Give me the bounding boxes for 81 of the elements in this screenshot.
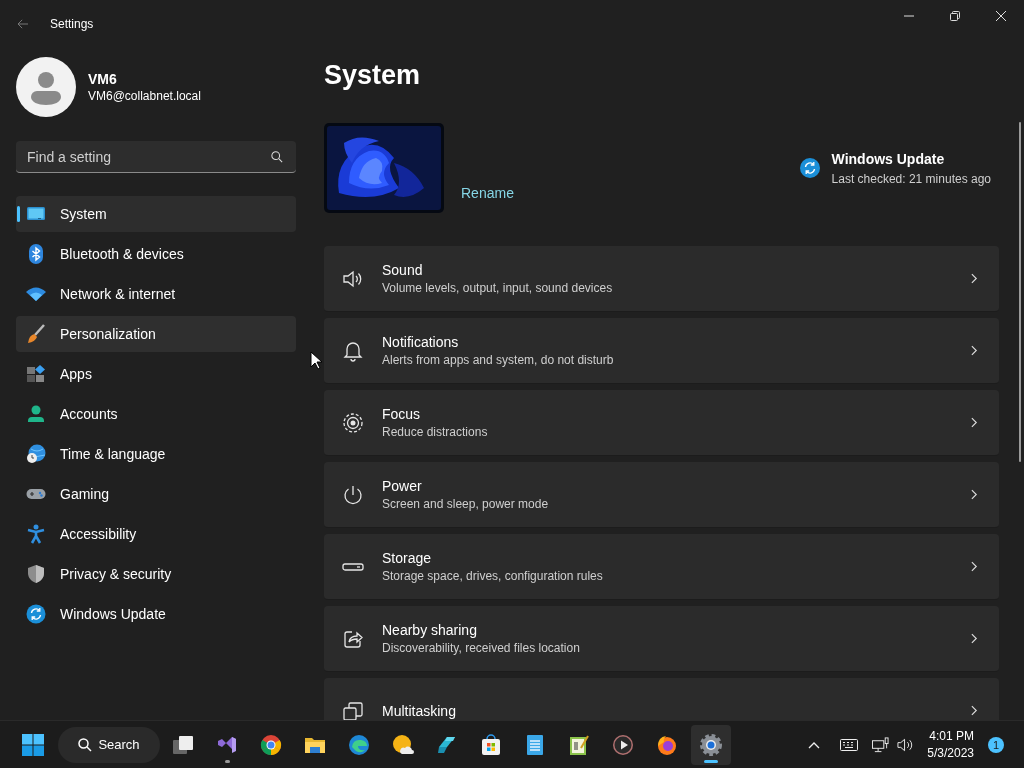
nav-item[interactable]: System — [16, 196, 296, 232]
settings-card[interactable]: Sound Volume levels, output, input, sound devices — [324, 246, 999, 312]
gear-icon — [699, 732, 723, 757]
nav-item[interactable]: Time & language — [16, 436, 296, 472]
nav-item[interactable]: Network & internet — [16, 276, 296, 312]
nav-item[interactable]: Accounts — [16, 396, 296, 432]
card-description: Discoverability, received files location — [382, 641, 581, 655]
windows-logo-icon — [21, 732, 45, 757]
nav-item[interactable]: Windows Update — [16, 596, 296, 632]
search-field[interactable]: Find a setting — [16, 141, 296, 173]
restore-icon — [950, 11, 960, 21]
update-status: Last checked: 21 minutes ago — [831, 171, 991, 186]
paintbrush-icon — [26, 324, 46, 344]
nav-item[interactable]: Privacy & security — [16, 556, 296, 592]
page-title: System — [324, 59, 422, 92]
shopping-bag-icon — [479, 732, 503, 757]
card-title: Storage — [382, 550, 433, 566]
chevron-right-icon — [971, 489, 978, 500]
window-title: Settings — [50, 17, 94, 31]
card-description: Volume levels, output, input, sound devices — [382, 281, 614, 295]
nav-item[interactable]: Bluetooth & devices — [16, 236, 296, 272]
keyboard-icon[interactable] — [840, 738, 859, 751]
browser-wheel-icon — [259, 732, 283, 757]
chevron-right-icon — [971, 417, 978, 428]
account-email: VM6@collabnet.local — [88, 89, 201, 103]
card-title: Nearby sharing — [382, 622, 478, 638]
update-title[interactable]: Windows Update — [831, 150, 991, 167]
sync-icon — [799, 158, 820, 178]
nav-item[interactable]: Accessibility — [16, 516, 296, 552]
avatar-icon — [16, 57, 76, 117]
card-title: Focus — [382, 406, 422, 422]
chevron-right-icon — [971, 705, 978, 716]
nav-item[interactable]: Gaming — [16, 476, 296, 512]
taskbar-app-button[interactable] — [691, 724, 731, 765]
bell-icon — [342, 339, 364, 362]
taskbar-search-button[interactable]: Search — [58, 726, 160, 763]
bluetooth-icon — [26, 244, 46, 264]
play-circle-icon — [611, 732, 635, 757]
focus-icon — [342, 411, 364, 434]
apps-grid-icon — [26, 364, 46, 384]
power-icon — [342, 483, 364, 506]
notification-badge[interactable]: 1 — [988, 736, 1004, 753]
card-title: Notifications — [382, 334, 460, 350]
clock[interactable]: 4:01 PM 5/3/2023 — [927, 727, 974, 762]
settings-card[interactable]: Power Screen and sleep, power mode — [324, 462, 999, 528]
volume-icon[interactable] — [897, 736, 915, 753]
chevron-right-icon — [971, 273, 978, 284]
card-description: Alerts from apps and system, do not disturb — [382, 353, 615, 367]
settings-card[interactable]: Multitasking — [324, 678, 999, 720]
chevron-right-icon — [971, 345, 978, 356]
account-name: VM6 — [88, 71, 118, 87]
settings-card[interactable]: Nearby sharing Discoverability, received files location — [324, 606, 999, 672]
nav-item[interactable]: Personalization — [16, 316, 296, 352]
chevron-up-icon[interactable] — [808, 740, 821, 749]
scrollbar[interactable] — [1019, 122, 1021, 462]
sun-cloud-icon — [391, 732, 415, 757]
person-icon — [26, 404, 46, 424]
windows-stack-icon — [342, 699, 364, 720]
back-arrow-icon[interactable] — [17, 19, 29, 29]
search-icon — [271, 151, 283, 163]
nav-item[interactable]: Apps — [16, 356, 296, 392]
settings-card[interactable]: Notifications Alerts from apps and system, do not disturb — [324, 318, 999, 384]
close-icon — [996, 11, 1006, 21]
card-description: Storage space, drives, configuration rules — [382, 569, 604, 583]
card-description: Screen and sleep, power mode — [382, 497, 550, 511]
settings-card[interactable]: Focus Reduce distractions — [324, 390, 999, 456]
search-icon — [78, 737, 93, 752]
card-title: Sound — [382, 262, 424, 278]
rename-link[interactable]: Rename — [461, 185, 514, 201]
chevron-right-icon — [971, 633, 978, 644]
sync-icon — [26, 604, 46, 624]
card-description: Reduce distractions — [382, 425, 489, 439]
network-icon[interactable] — [872, 736, 890, 753]
card-title: Power — [382, 478, 423, 494]
settings-card[interactable]: Storage Storage space, drives, configuration rules — [324, 534, 999, 600]
shield-icon — [26, 564, 46, 584]
mouse-pointer-icon — [310, 351, 322, 370]
card-title: Multitasking — [382, 702, 457, 719]
accessibility-icon — [26, 524, 46, 544]
globe-clock-icon — [26, 444, 46, 464]
chevron-right-icon — [971, 561, 978, 572]
